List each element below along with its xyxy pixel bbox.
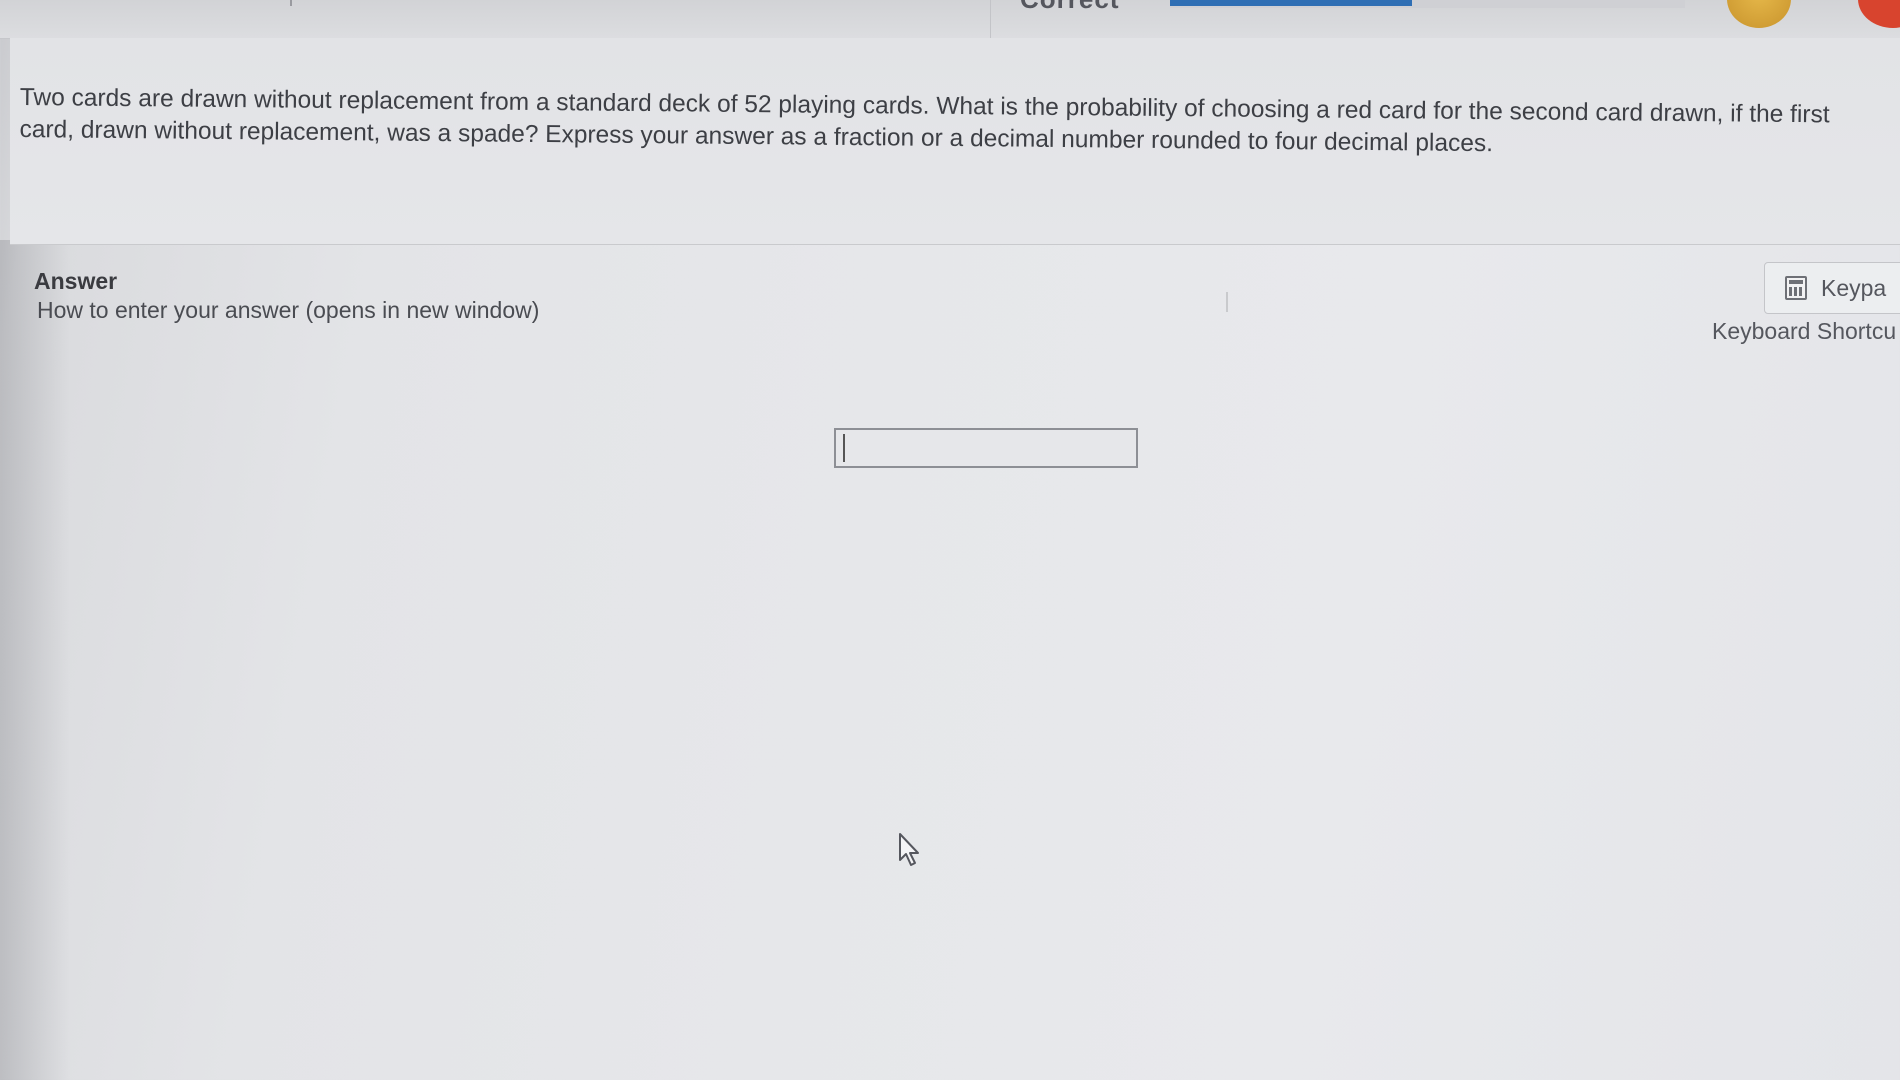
mouse-pointer-icon [899,833,919,866]
screen-edge-shadow [0,240,70,1080]
header-divider [290,0,292,6]
keypad-label: Keypa [1821,274,1887,301]
progress-bar [1170,0,1685,8]
text-caret [843,434,845,462]
status-text: Correct [1020,0,1119,15]
divider-mark [1226,292,1228,312]
answer-input[interactable] [834,428,1138,468]
progress-bar-fill [1170,0,1413,6]
answer-label: Answer [34,268,118,294]
keypad-button[interactable]: Keypa [1764,262,1900,314]
top-header: Correct [0,0,1900,39]
help-link[interactable]: How to enter your answer (opens in new w… [37,297,539,324]
header-divider [990,0,991,38]
keyboard-shortcuts-link[interactable]: Keyboard Shortcu [1712,318,1896,345]
close-icon[interactable] [1858,0,1900,28]
avatar-icon[interactable] [1727,0,1791,28]
calculator-icon [1785,276,1807,300]
